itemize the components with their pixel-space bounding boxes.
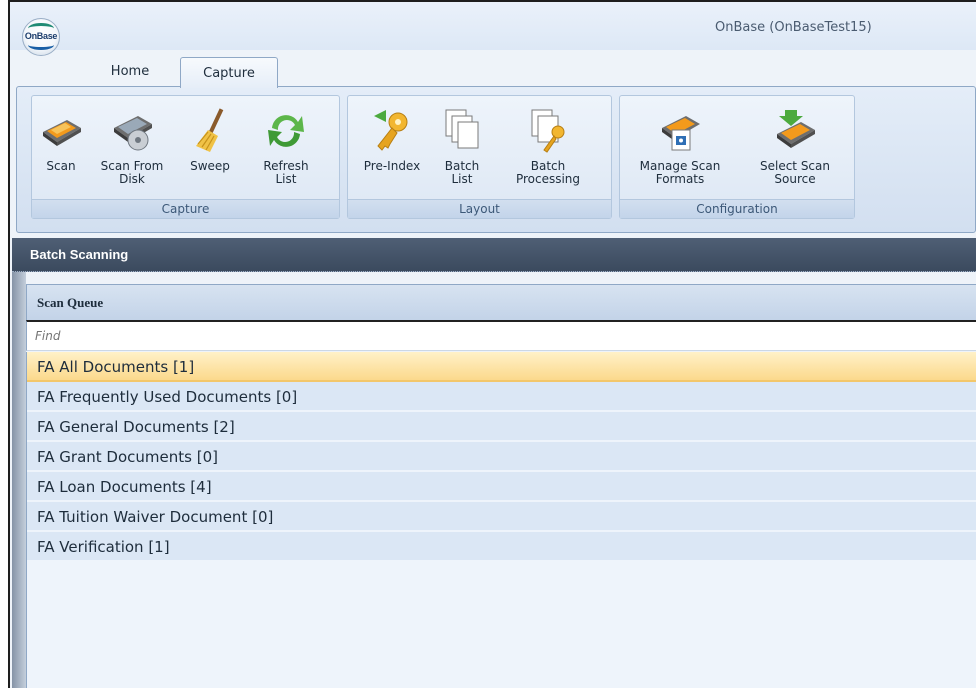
scanner-settings-icon	[662, 116, 700, 151]
configuration-group-label: Configuration	[620, 199, 854, 218]
select-scan-source-label: Select Scan Source	[759, 159, 830, 186]
queue-item[interactable]: FA Tuition Waiver Document [0]	[27, 502, 976, 532]
refresh-list-button[interactable]: Refresh List	[246, 100, 326, 198]
broom-icon	[196, 108, 224, 152]
ribbon: Scan Scan From Disk Sweep Refresh List C…	[16, 86, 976, 233]
sweep-button[interactable]: Sweep	[182, 100, 238, 198]
title-bar: OnBase (OnBaseTest15)	[10, 2, 976, 50]
app-window: OnBase (OnBaseTest15) OnBase Home Captur…	[8, 0, 976, 688]
layout-group-label: Layout	[348, 199, 611, 218]
manage-scan-formats-button[interactable]: Manage Scan Formats	[626, 100, 734, 198]
refresh-icon	[268, 115, 304, 147]
pre-index-label: Pre-Index	[363, 159, 421, 173]
batch-processing-button[interactable]: Batch Processing	[498, 100, 598, 198]
sweep-label: Sweep	[190, 159, 230, 173]
tab-capture[interactable]: Capture	[180, 57, 278, 88]
key-icon	[374, 110, 408, 151]
panel-title: Batch Scanning	[30, 247, 129, 262]
scan-queue-list: FA All Documents [1] FA Frequently Used …	[26, 352, 976, 688]
find-input[interactable]	[26, 320, 976, 351]
queue-item[interactable]: FA Verification [1]	[27, 532, 976, 562]
logo-ring-bottom	[28, 40, 54, 50]
scan-from-disk-label: Scan From Disk	[100, 159, 164, 186]
scan-label: Scan	[46, 159, 76, 173]
tab-home[interactable]: Home	[90, 56, 170, 86]
manage-scan-formats-label: Manage Scan Formats	[639, 159, 721, 186]
capture-group: Scan Scan From Disk Sweep Refresh List C…	[31, 95, 340, 219]
scan-button[interactable]: Scan	[38, 100, 84, 198]
batch-list-button[interactable]: Batch List	[436, 100, 488, 198]
scan-from-disk-button[interactable]: Scan From Disk	[92, 100, 172, 198]
select-scan-source-button[interactable]: Select Scan Source	[744, 100, 846, 198]
scan-queue-title: Scan Queue	[37, 295, 104, 310]
queue-item[interactable]: FA Loan Documents [4]	[27, 472, 976, 502]
scan-queue-header: Scan Queue	[26, 284, 976, 320]
queue-item[interactable]: FA All Documents [1]	[27, 352, 976, 382]
queue-item[interactable]: FA Grant Documents [0]	[27, 442, 976, 472]
batch-scanning-header: Batch Scanning	[12, 238, 976, 272]
layout-group: Pre-Index Batch List Batch Processing La…	[347, 95, 612, 219]
capture-group-label: Capture	[32, 199, 339, 218]
scanner-icon	[43, 120, 81, 146]
batch-processing-label: Batch Processing	[515, 159, 581, 186]
application-menu-button[interactable]: OnBase	[22, 18, 60, 56]
documents-key-icon	[531, 109, 565, 153]
window-title: OnBase (OnBaseTest15)	[715, 20, 872, 35]
configuration-group: Manage Scan Formats Select Scan Source C…	[619, 95, 855, 219]
queue-item[interactable]: FA Frequently Used Documents [0]	[27, 382, 976, 412]
queue-item[interactable]: FA General Documents [2]	[27, 412, 976, 442]
refresh-list-label: Refresh List	[263, 159, 309, 186]
pre-index-button[interactable]: Pre-Index	[352, 100, 432, 198]
scanner-arrow-icon	[777, 110, 815, 148]
scanner-disk-icon	[114, 116, 152, 151]
left-pane-edge	[12, 272, 26, 688]
batch-list-label: Batch List	[444, 159, 480, 186]
documents-stack-icon	[445, 109, 479, 149]
